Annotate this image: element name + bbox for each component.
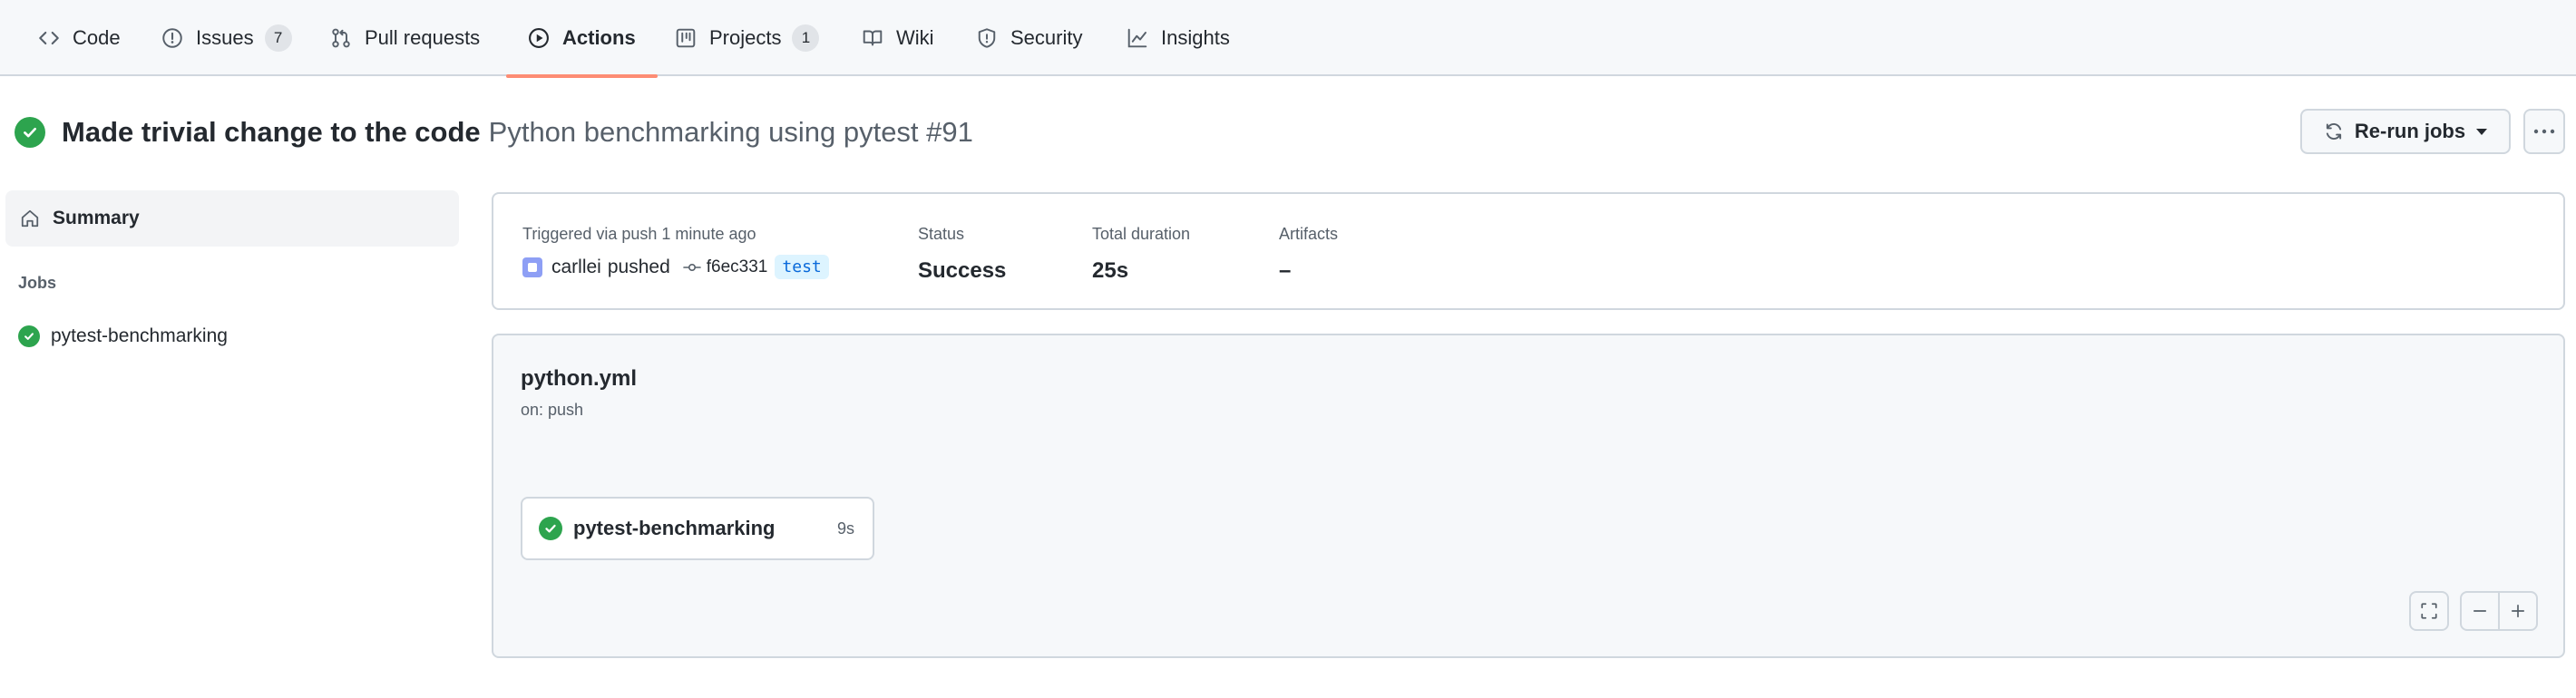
status-label: Status [918,225,965,243]
triangle-down-icon [2476,128,2488,135]
fullscreen-button[interactable] [2409,591,2449,631]
sidebar-item-label: pytest-benchmarking [51,325,228,346]
duration-value: 25s [1092,258,1129,283]
tab-actions[interactable]: Actions [506,0,658,78]
job-name: pytest-benchmarking [573,517,776,539]
artifacts-field: Artifacts – [1279,225,1338,284]
graph-icon [1127,28,1147,48]
zoom-out-button[interactable] [2460,591,2500,631]
shield-icon [978,28,996,48]
duration-field: Total duration 25s [1092,225,1190,284]
projects-count-badge: 1 [792,24,820,52]
tab-insights[interactable]: Insights [1127,0,1230,76]
branch-label[interactable]: test [775,255,829,279]
run-title: Made trivial change to the code Python b… [15,112,973,152]
tab-label: Projects [709,26,782,49]
tab-pull-requests[interactable]: Pull requests [330,0,480,76]
workflow-run-name: Python benchmarking using pytest #91 [488,116,973,148]
status-value: Success [918,258,1007,283]
screen-full-icon [2421,603,2437,619]
home-icon [21,209,39,228]
git-commit-icon [682,263,701,271]
tab-label: Issues [196,26,254,49]
tab-issues[interactable]: Issues 7 [161,0,292,76]
tab-label: Wiki [896,26,934,49]
duration-label: Total duration [1092,225,1191,243]
zoom-in-button[interactable] [2498,591,2538,631]
tab-wiki[interactable]: Wiki [862,0,934,76]
status-field: Status Success [918,225,1006,284]
artifacts-value: – [1279,258,1292,283]
tab-projects[interactable]: Projects 1 [675,0,820,76]
workflow-trigger: on: push [521,401,584,419]
actor-name[interactable]: carllei [551,257,601,278]
zoom-out-icon [2473,610,2487,612]
tab-security[interactable]: Security [976,0,1082,76]
issue-opened-icon [162,28,182,48]
sidebar-item-pytest-benchmarking[interactable]: pytest-benchmarking [18,323,228,350]
rerun-jobs-label: Re-run jobs [2354,120,2466,142]
kebab-horizontal-icon [2533,129,2555,134]
avatar[interactable] [522,257,542,277]
more-options-button[interactable] [2523,109,2565,154]
job-duration: 9s [836,519,854,538]
sidebar-jobs-heading: Jobs [18,274,57,292]
tab-code[interactable]: Code [38,0,121,76]
commit-sha: f6ec331 [706,257,768,276]
workflow-file-name[interactable]: python.yml [521,366,637,392]
play-icon [529,28,549,48]
commit-sha-link[interactable]: f6ec331 [682,257,768,277]
book-icon [863,30,883,46]
project-icon [676,28,696,48]
run-summary-card: Triggered via push 1 minute ago carllei … [492,192,2565,310]
sidebar-item-label: Summary [53,208,140,228]
job-node-pytest-benchmarking[interactable]: pytest-benchmarking 9s [521,497,874,560]
artifacts-label: Artifacts [1279,225,1339,243]
action-text: pushed [607,256,670,277]
tab-label: Code [73,26,121,49]
tab-label: Insights [1161,26,1230,49]
code-icon [39,31,59,45]
sidebar-item-summary[interactable]: Summary [5,190,459,247]
check-circle-fill-icon [18,325,40,347]
tab-label: Pull requests [365,26,481,49]
sync-icon [2326,123,2341,140]
zoom-in-icon [2511,604,2525,618]
trigger-info: Triggered via push 1 minute ago carllei … [522,225,829,279]
workflow-graph: python.yml on: push pytest-benchmarking … [492,334,2565,658]
triggered-label: Triggered via push 1 minute ago [522,225,756,243]
check-circle-fill-icon [539,517,562,540]
issues-count-badge: 7 [264,24,292,52]
tab-label: Security [1010,26,1083,49]
rerun-jobs-button[interactable]: Re-run jobs [2300,109,2511,154]
repo-nav: Code Issues 7 Pull requests Actions Proj… [0,0,2576,78]
git-pull-request-icon [332,28,350,48]
commit-message: Made trivial change to the code [62,116,481,148]
tab-label: Actions [562,26,636,49]
check-circle-fill-icon [15,117,45,148]
